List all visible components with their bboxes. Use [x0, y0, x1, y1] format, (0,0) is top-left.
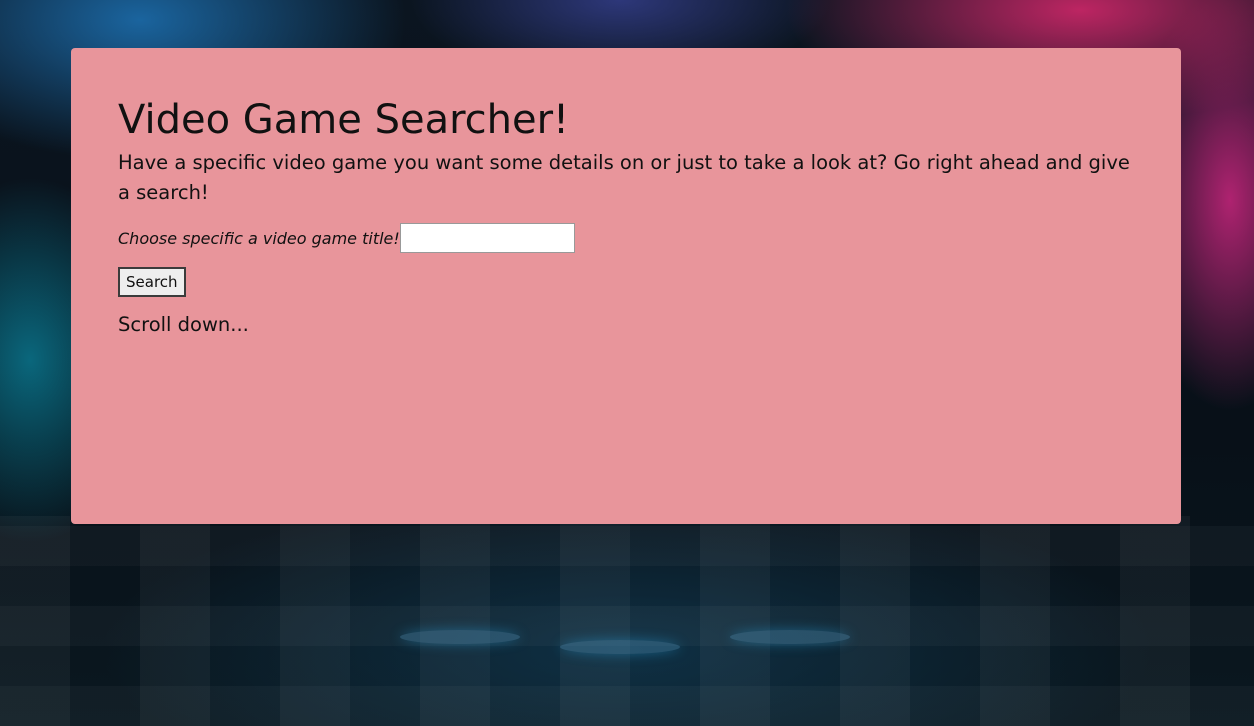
background-stool — [730, 630, 850, 644]
background-floor — [0, 516, 1254, 726]
scroll-hint: Scroll down... — [118, 313, 249, 336]
background-stool — [400, 630, 520, 644]
search-label: Choose specific a video game title! — [118, 228, 400, 248]
search-panel: Video Game Searcher! Have a specific vid… — [71, 48, 1181, 524]
search-button[interactable]: Search — [118, 267, 186, 297]
background-stool — [560, 640, 680, 654]
search-input[interactable] — [399, 223, 575, 253]
page-title: Video Game Searcher! — [118, 97, 570, 143]
page-description: Have a specific video game you want some… — [118, 151, 1130, 204]
search-field-row: Choose specific a video game title! — [118, 222, 1134, 254]
